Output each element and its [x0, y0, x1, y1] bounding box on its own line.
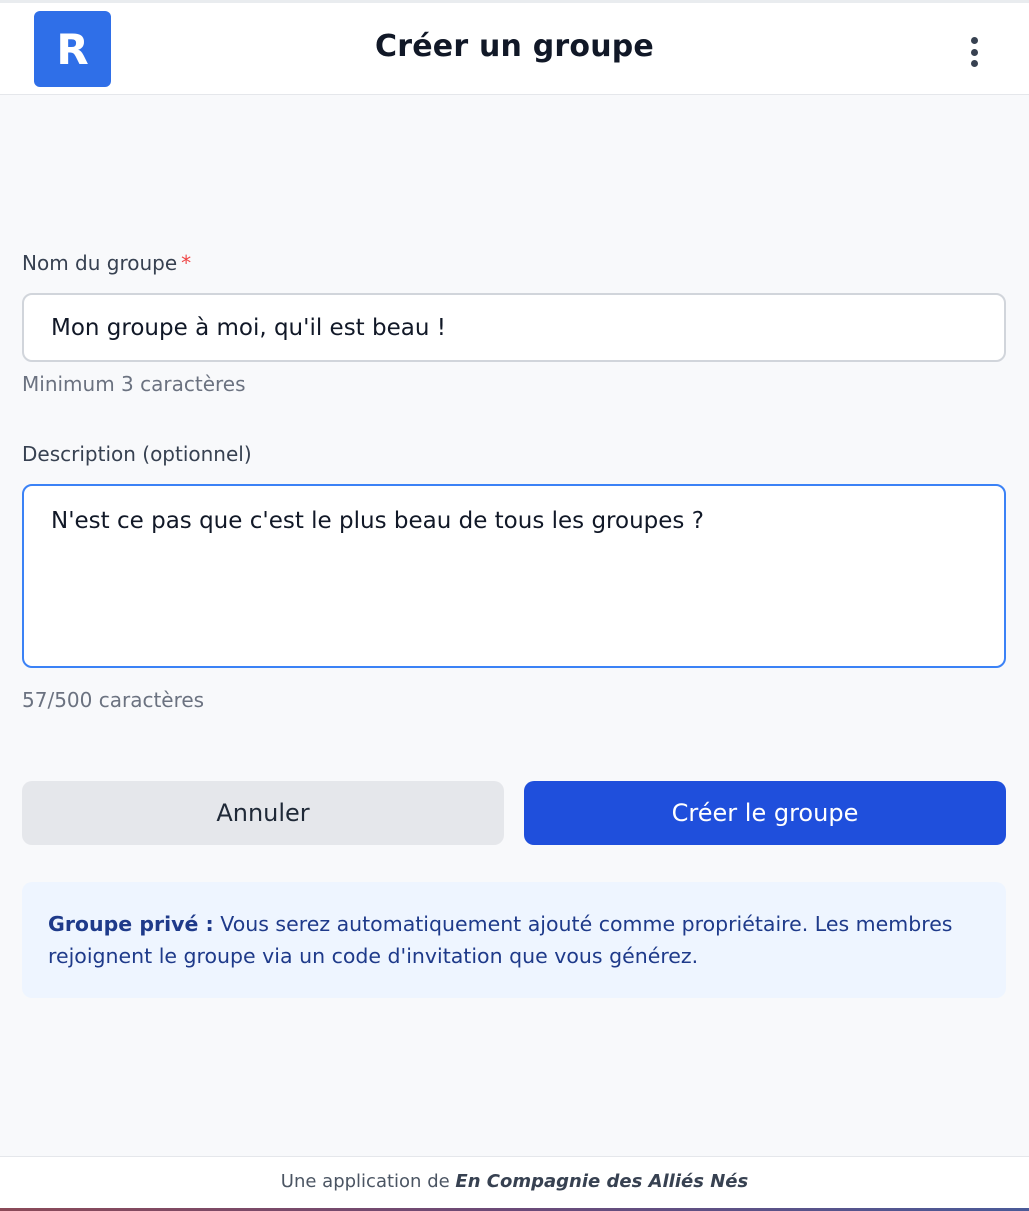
required-mark: *: [181, 251, 192, 275]
top-bar: R Créer un groupe: [0, 0, 1029, 95]
footer-prefix: Une application de: [280, 1171, 456, 1192]
page-title: Créer un groupe: [375, 29, 654, 64]
group-name-label-text: Nom du groupe: [22, 251, 178, 275]
group-name-input[interactable]: [22, 293, 1006, 362]
description-label: Description (optionnel): [22, 442, 252, 466]
app-root: R Créer un groupe Nom du groupe* Minimum…: [0, 0, 1029, 1211]
info-title: Groupe privé :: [48, 912, 214, 936]
menu-dot: [970, 37, 978, 44]
group-name-label: Nom du groupe *: [22, 251, 191, 275]
footer: Une application de En Compagnie des Alli…: [0, 1156, 1029, 1211]
menu-dot: [970, 60, 978, 67]
footer-org-name: En Compagnie des Alliés Nés: [455, 1171, 749, 1192]
description-textarea[interactable]: N'est ce pas que c'est le plus beau de t…: [22, 484, 1006, 668]
description-char-counter: 57/500 caractères: [22, 688, 205, 712]
menu-dot: [970, 48, 978, 56]
cancel-button[interactable]: Annuler: [22, 781, 504, 845]
create-group-button[interactable]: Créer le groupe: [524, 781, 1006, 845]
more-vertical-icon[interactable]: [958, 31, 990, 73]
private-group-info-box: Groupe privé : Vous serez automatiquemen…: [22, 882, 1006, 998]
group-name-hint: Minimum 3 caractères: [22, 372, 246, 396]
